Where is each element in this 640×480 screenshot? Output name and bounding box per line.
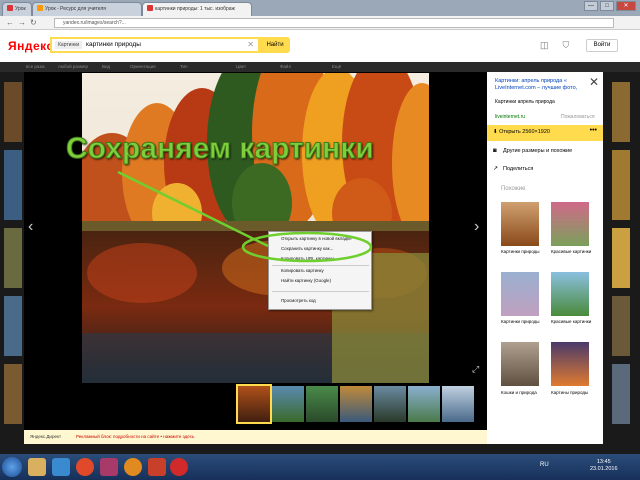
- ad-text[interactable]: Рекламный блок: подробности на сайте • н…: [76, 434, 194, 439]
- annotation-overlay: [117, 170, 373, 263]
- ad-label: Яндекс.Директ: [30, 434, 62, 439]
- tray-lang[interactable]: RU: [540, 462, 549, 468]
- clock-time: 13:45: [596, 459, 611, 465]
- app-icon[interactable]: [148, 458, 166, 476]
- opera-icon[interactable]: [170, 458, 188, 476]
- clock[interactable]: 13:45 23.01.2016: [590, 459, 618, 473]
- chrome-icon[interactable]: [76, 458, 94, 476]
- windows-taskbar: RU 13:45 23.01.2016: [0, 454, 640, 480]
- annotation-arrow: [117, 170, 269, 248]
- ie-icon[interactable]: [52, 458, 70, 476]
- overlay-caption: Сохраняем картинки: [66, 132, 375, 166]
- explorer-icon[interactable]: [28, 458, 46, 476]
- annotation-ellipse: [241, 231, 373, 263]
- firefox-icon[interactable]: [124, 458, 142, 476]
- media-icon[interactable]: [100, 458, 118, 476]
- clock-date: 23.01.2016: [590, 466, 618, 472]
- ad-info-bar: Яндекс.Директ Рекламный блок: подробност…: [24, 430, 487, 444]
- start-button[interactable]: [2, 457, 22, 477]
